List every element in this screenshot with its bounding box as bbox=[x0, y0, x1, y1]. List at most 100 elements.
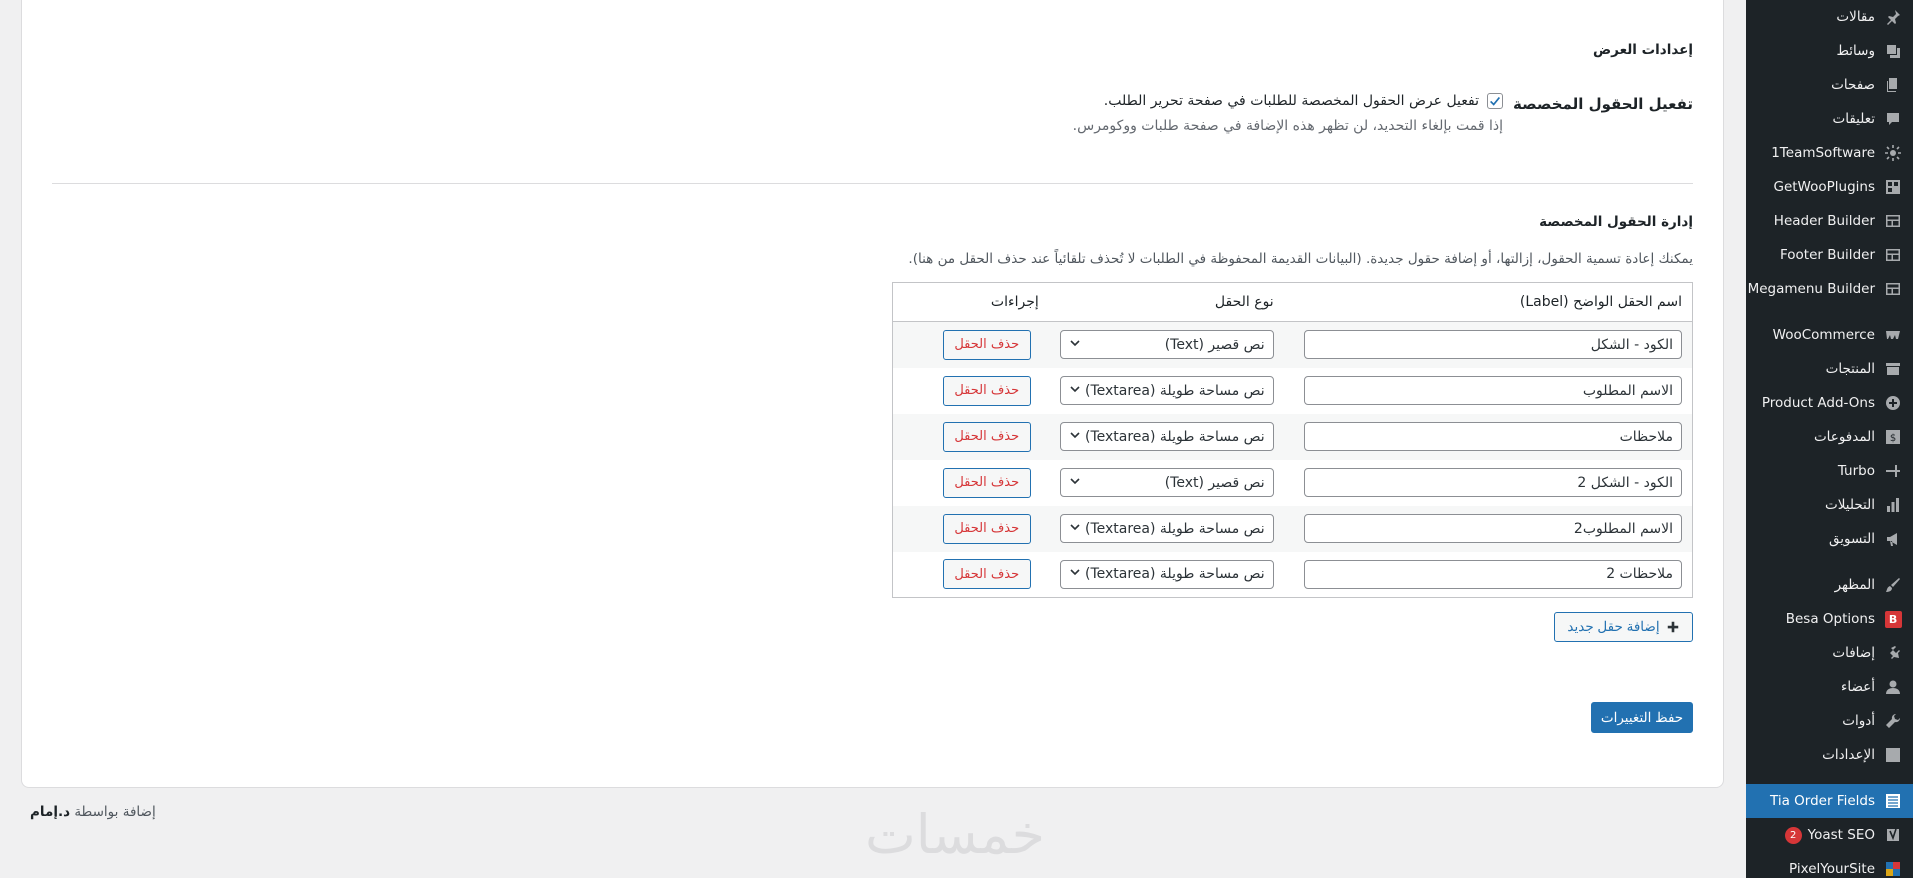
sidebar-item-4[interactable]: 1TeamSoftware bbox=[1746, 136, 1913, 170]
sidebar-item-label: PixelYourSite bbox=[1789, 861, 1875, 877]
save-changes-button[interactable]: حفظ التغييرات bbox=[1591, 702, 1693, 733]
actions-cell: حذف الحقل bbox=[892, 505, 1049, 552]
pages-icon bbox=[1883, 75, 1903, 95]
sidebar-item-19[interactable]: أعضاء bbox=[1746, 670, 1913, 704]
field-type-select[interactable]: نص مساحة طويلة (Textarea) bbox=[1059, 514, 1274, 543]
field-type-select[interactable]: نص مساحة طويلة (Textarea) bbox=[1059, 422, 1274, 451]
type-cell: نص مساحة طويلة (Textarea) bbox=[1048, 367, 1284, 414]
field-type-select[interactable]: نص قصير (Text) bbox=[1059, 468, 1274, 497]
sidebar-item-label: Tia Order Fields bbox=[1770, 793, 1875, 809]
plus-icon bbox=[1667, 621, 1678, 633]
sidebar-item-1[interactable]: وسائط bbox=[1746, 34, 1913, 68]
chevron-down-icon bbox=[1069, 521, 1081, 537]
label-cell: الكود - الشكل bbox=[1283, 321, 1693, 368]
field-label-input[interactable]: ملاحظات bbox=[1304, 422, 1682, 451]
sidebar-item-label: المظهر bbox=[1834, 577, 1875, 593]
manage-fields-description: يمكنك إعادة تسمية الحقول، إزالتها، أو إض… bbox=[908, 251, 1693, 267]
field-label-input[interactable]: ملاحظات 2 bbox=[1304, 559, 1682, 589]
sidebar-item-5[interactable]: GetWooPlugins bbox=[1746, 170, 1913, 204]
type-cell: نص مساحة طويلة (Textarea) bbox=[1048, 413, 1284, 460]
sidebar-item-label: وسائط bbox=[1836, 43, 1875, 59]
sidebar-item-10[interactable]: المنتجات bbox=[1746, 352, 1913, 386]
add-field-button[interactable]: إضافة حقل جديد bbox=[1554, 612, 1693, 642]
woo-icon bbox=[1883, 325, 1903, 345]
delete-field-button[interactable]: حذف الحقل bbox=[942, 329, 1031, 360]
label-cell: الاسم المطلوب2 bbox=[1283, 505, 1693, 552]
layout-icon bbox=[1883, 211, 1903, 231]
gear-sun-icon bbox=[1883, 143, 1903, 163]
archive-icon bbox=[1883, 359, 1903, 379]
sidebar-item-18[interactable]: إضافات bbox=[1746, 636, 1913, 670]
field-label-input[interactable]: الاسم المطلوب bbox=[1304, 376, 1682, 405]
delete-field-button[interactable]: حذف الحقل bbox=[942, 559, 1031, 590]
field-label-input[interactable]: الكود - الشكل bbox=[1304, 330, 1682, 360]
field-type-value: نص مساحة طويلة (Textarea) bbox=[1085, 520, 1265, 537]
admin-menu: مقالات وسائط صفحات تعليقات 1TeamSoftware GetW… bbox=[1746, 0, 1913, 878]
type-cell: نص قصير (Text) bbox=[1048, 321, 1284, 368]
field-label-input[interactable]: الكود - الشكل 2 bbox=[1304, 468, 1682, 497]
sidebar-item-14[interactable]: التحليلات bbox=[1746, 488, 1913, 522]
sidebar-item-15[interactable]: التسويق bbox=[1746, 522, 1913, 556]
sidebar-item-0[interactable]: مقالات bbox=[1746, 0, 1913, 34]
sidebar-item-23[interactable]: Yoast SEO 2 bbox=[1746, 818, 1913, 852]
table-row: الاسم المطلوب نص مساحة طويلة (Textarea) حذ… bbox=[892, 367, 1693, 414]
sidebar-item-6[interactable]: Header Builder bbox=[1746, 204, 1913, 238]
field-type-value: نص مساحة طويلة (Textarea) bbox=[1085, 566, 1265, 583]
delete-field-button[interactable]: حذف الحقل bbox=[942, 513, 1031, 544]
sidebar-item-12[interactable]: $ المدفوعات bbox=[1746, 420, 1913, 454]
enable-fields-checkbox[interactable] bbox=[1487, 93, 1503, 109]
comments-icon bbox=[1883, 109, 1903, 129]
sidebar-item-17[interactable]: B Besa Options bbox=[1746, 602, 1913, 636]
delete-field-button[interactable]: حذف الحقل bbox=[942, 421, 1031, 452]
actions-cell: حذف الحقل bbox=[892, 551, 1049, 598]
chevron-down-icon bbox=[1069, 566, 1081, 582]
manage-fields-title: إدارة الحقول المخصصة bbox=[1539, 214, 1693, 230]
field-type-value: نص قصير (Text) bbox=[1164, 474, 1265, 491]
sidebar-item-label: صفحات bbox=[1831, 77, 1875, 93]
sidebar-item-22[interactable]: Tia Order Fields bbox=[1746, 784, 1913, 818]
sidebar-item-7[interactable]: Footer Builder bbox=[1746, 238, 1913, 272]
column-header-actions: إجراءات bbox=[892, 282, 1049, 322]
table-row: الكود - الشكل نص قصير (Text) حذف الحقل bbox=[892, 321, 1693, 368]
sidebar-item-label: التسويق bbox=[1829, 531, 1875, 547]
sidebar-item-16[interactable]: المظهر bbox=[1746, 568, 1913, 602]
enable-fields-option[interactable]: تفعيل عرض الحقول المخصصة للطلبات في صفحة… bbox=[1104, 93, 1503, 109]
notification-badge: 2 bbox=[1784, 826, 1802, 844]
field-label-input[interactable]: الاسم المطلوب2 bbox=[1304, 514, 1682, 543]
besa-letter: B bbox=[1884, 610, 1902, 628]
sidebar-item-13[interactable]: Turbo bbox=[1746, 454, 1913, 488]
field-type-select[interactable]: نص مساحة طويلة (Textarea) bbox=[1059, 376, 1274, 405]
field-type-select[interactable]: نص قصير (Text) bbox=[1059, 330, 1274, 360]
add-field-button-label: إضافة حقل جديد bbox=[1567, 619, 1660, 634]
user-icon bbox=[1883, 677, 1903, 697]
sidebar-item-11[interactable]: Product Add-Ons bbox=[1746, 386, 1913, 420]
sidebar-item-20[interactable]: أدوات bbox=[1746, 704, 1913, 738]
sidebar-item-label: تعليقات bbox=[1832, 111, 1875, 127]
sidebar-item-3[interactable]: تعليقات bbox=[1746, 102, 1913, 136]
column-header-type: نوع الحقل bbox=[1048, 282, 1284, 322]
label-cell: ملاحظات 2 bbox=[1283, 551, 1693, 598]
media-icon bbox=[1883, 41, 1903, 61]
actions-cell: حذف الحقل bbox=[892, 367, 1049, 414]
sidebar-item-24[interactable]: PixelYourSite bbox=[1746, 852, 1913, 878]
delete-field-button[interactable]: حذف الحقل bbox=[942, 375, 1031, 406]
sidebar-item-9[interactable]: WooCommerce bbox=[1746, 318, 1913, 352]
sidebar-item-21[interactable]: الإعدادات bbox=[1746, 738, 1913, 772]
sidebar-item-label: WooCommerce bbox=[1772, 327, 1875, 343]
menu-separator bbox=[1746, 306, 1913, 318]
label-cell: ملاحظات bbox=[1283, 413, 1693, 460]
sidebar-item-label: الإعدادات bbox=[1822, 747, 1875, 763]
field-type-select[interactable]: نص مساحة طويلة (Textarea) bbox=[1059, 559, 1274, 589]
sidebar-item-label: GetWooPlugins bbox=[1773, 179, 1876, 195]
sidebar-item-label: Besa Options bbox=[1785, 611, 1875, 627]
sidebar-item-8[interactable]: Megamenu Builder bbox=[1746, 272, 1913, 306]
sidebar-item-label: أدوات bbox=[1842, 713, 1875, 729]
pixel-icon bbox=[1883, 859, 1903, 878]
footer-credit-author: د.إمام bbox=[30, 804, 71, 820]
actions-cell: حذف الحقل bbox=[892, 413, 1049, 460]
sidebar-item-2[interactable]: صفحات bbox=[1746, 68, 1913, 102]
sidebar-item-label: أعضاء bbox=[1841, 679, 1875, 695]
type-cell: نص مساحة طويلة (Textarea) bbox=[1048, 505, 1284, 552]
layout-icon bbox=[1883, 245, 1903, 265]
delete-field-button[interactable]: حذف الحقل bbox=[942, 467, 1031, 498]
